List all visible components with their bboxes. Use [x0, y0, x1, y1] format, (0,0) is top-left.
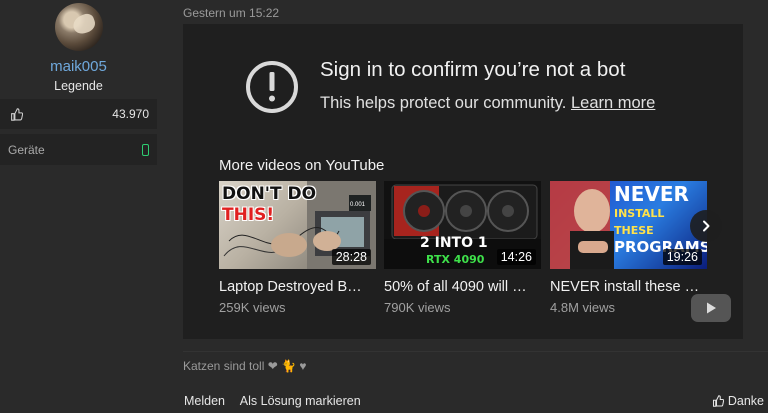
video-duration: 19:26: [662, 249, 702, 265]
likes-count: 43.970: [112, 107, 149, 121]
video-views: 259K views: [219, 300, 286, 315]
likes-stat: 43.970: [0, 99, 157, 129]
phone-icon: [142, 143, 149, 156]
video-title[interactable]: NEVER install these …: [550, 279, 707, 295]
video-card-3[interactable]: NEVER INSTALL THESE PROGRAMS 19:26 NEVER…: [550, 181, 707, 315]
post-actions: Melden Als Lösung markieren: [184, 394, 373, 408]
learn-more-link[interactable]: Learn more: [571, 94, 655, 112]
thumbs-up-icon: [10, 107, 23, 121]
thumbnail-text: 2 INTO 1: [420, 235, 488, 251]
video-views: 790K views: [384, 300, 451, 315]
embed-subtitle: This helps protect our community. Learn …: [320, 94, 655, 113]
report-button[interactable]: Melden: [184, 394, 225, 408]
thanks-button[interactable]: Danke: [712, 394, 764, 408]
video-title[interactable]: Laptop Destroyed B…: [219, 279, 376, 295]
svg-text:0.001: 0.001: [350, 202, 366, 208]
username-link[interactable]: maik005: [0, 58, 157, 75]
video-duration: 28:28: [331, 249, 371, 265]
thumbnail-text: DON'T DO THIS!: [222, 184, 317, 225]
devices-row[interactable]: Geräte: [0, 134, 157, 165]
video-thumbnail[interactable]: 2 INTO 1 RTX 4090 14:26: [384, 181, 541, 269]
thanks-label: Danke: [727, 394, 764, 408]
video-thumbnail[interactable]: NEVER INSTALL THESE PROGRAMS 19:26: [550, 181, 707, 269]
video-card-1[interactable]: 0.001 DON'T DO THIS! 28:28 Laptop Destroy…: [219, 181, 376, 315]
video-title[interactable]: 50% of all 4090 will …: [384, 279, 541, 295]
chevron-right-icon: [703, 220, 710, 232]
video-duration: 14:26: [496, 249, 536, 265]
more-videos-title: More videos on YouTube: [219, 157, 385, 174]
user-role: Legende: [54, 79, 103, 93]
video-thumbnail[interactable]: 0.001 DON'T DO THIS! 28:28: [219, 181, 376, 269]
youtube-logo-icon[interactable]: [691, 294, 731, 322]
devices-label: Geräte: [8, 142, 45, 157]
post-date: Gestern um 15:22: [183, 6, 280, 20]
user-sidebar: maik005 Legende 43.970 Geräte: [0, 0, 157, 413]
mark-solution-button[interactable]: Als Lösung markieren: [240, 394, 361, 408]
signature: Katzen sind toll ❤ 🐈 ♥: [183, 359, 307, 373]
video-carousel: 0.001 DON'T DO THIS! 28:28 Laptop Destroy…: [219, 181, 743, 321]
youtube-embed[interactable]: Sign in to confirm you’re not a bot This…: [183, 24, 743, 339]
embed-subtitle-text: This helps protect our community.: [320, 94, 567, 112]
avatar[interactable]: [55, 3, 103, 51]
embed-title: Sign in to confirm you’re not a bot: [320, 58, 626, 81]
signature-divider: [183, 351, 768, 352]
thumbnail-subtext: RTX 4090: [426, 253, 485, 266]
alert-circle-icon: [245, 60, 299, 119]
video-card-2[interactable]: 2 INTO 1 RTX 4090 14:26 50% of all 4090 …: [384, 181, 541, 315]
thumbs-up-icon: [712, 395, 724, 407]
carousel-next-button[interactable]: [690, 210, 722, 242]
video-views: 4.8M views: [550, 300, 616, 315]
